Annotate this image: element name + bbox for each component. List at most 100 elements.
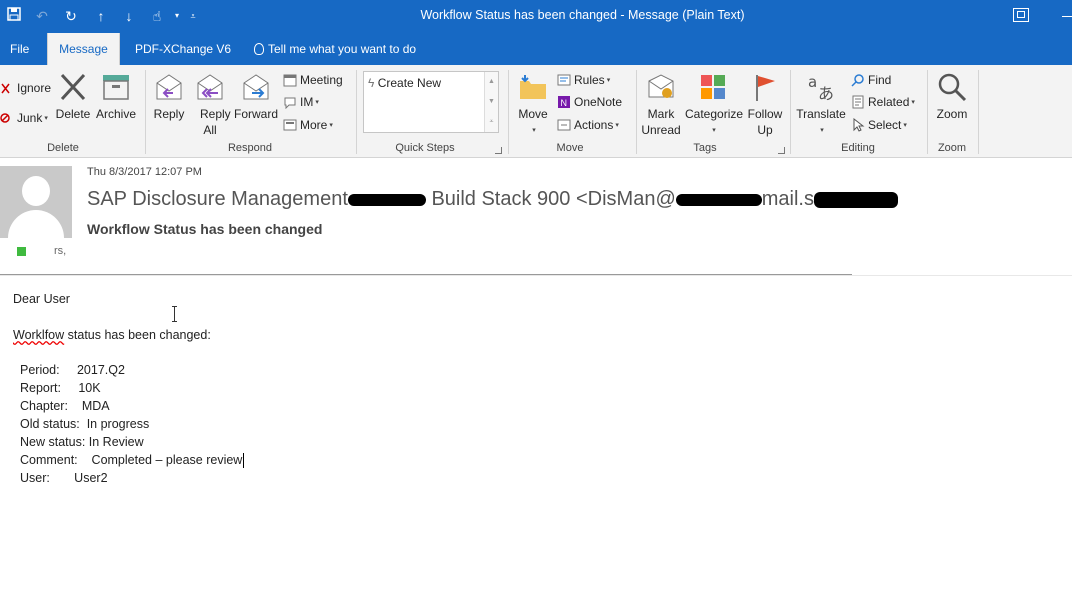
tab-message[interactable]: Message	[47, 33, 120, 65]
body-user: User: User2	[20, 471, 108, 485]
delete-icon	[57, 71, 89, 103]
onenote-button[interactable]: N OneNote	[557, 93, 622, 111]
message-subject: Workflow Status has been changed	[87, 221, 323, 237]
body-new-status: New status: In Review	[20, 435, 144, 449]
group-label-respond: Respond	[227, 142, 273, 154]
group-separator	[636, 70, 637, 154]
meeting-label: Meeting	[300, 73, 343, 87]
reply-all-button[interactable]: Reply All	[191, 71, 231, 138]
more-label: More	[300, 118, 328, 132]
presence-icon	[17, 246, 26, 256]
actions-button[interactable]: Actions ▾	[557, 116, 619, 134]
find-label: Find	[868, 73, 892, 87]
redaction-mark	[675, 193, 762, 206]
sender-name-part: SAP Disclosure Management	[87, 188, 348, 210]
reply-button[interactable]: Reply	[150, 71, 188, 122]
magnifier-icon	[936, 71, 968, 103]
tab-file[interactable]: File	[0, 33, 39, 65]
group-separator	[356, 70, 357, 154]
ribbon-display-options-icon[interactable]	[1013, 8, 1029, 22]
more-respond-button[interactable]: More ▾	[283, 116, 333, 134]
tags-launcher-icon[interactable]	[778, 147, 785, 154]
svg-text:あ: あ	[818, 84, 834, 103]
create-new-label: Create New	[377, 76, 442, 90]
group-label-tags: Tags	[693, 142, 717, 154]
body-old-status: Old status: In progress	[20, 417, 150, 431]
tab-pdf-xchange[interactable]: PDF-XChange V6	[125, 33, 241, 65]
title-bar: ↶ ↻ ↑ ↓ ☝ ▾ ⩡ Workflow Status has been c…	[0, 0, 1072, 33]
mark-unread-label: Mark Unread	[641, 107, 681, 137]
categorize-button[interactable]: Categorize ▾	[685, 71, 743, 139]
related-button[interactable]: Related ▾	[851, 93, 915, 111]
message-date: Thu 8/3/2017 12:07 PM	[87, 166, 202, 178]
archive-button[interactable]: Archive	[94, 71, 138, 122]
tell-me-label: Tell me what you want to do	[268, 42, 417, 56]
translate-button[interactable]: aあ Translate ▾	[794, 71, 848, 139]
meeting-button[interactable]: Meeting	[283, 71, 343, 89]
ribbon-tabs: File Message PDF-XChange V6 Tell me what…	[0, 33, 1072, 65]
text-caret	[243, 453, 245, 469]
rules-button[interactable]: Rules ▾	[557, 71, 610, 89]
misspelled-word[interactable]: Worklfow	[13, 328, 64, 342]
sender-avatar	[0, 166, 72, 238]
body-period: Period: 2017.Q2	[20, 363, 125, 377]
group-label-move: Move	[556, 142, 584, 154]
junk-button[interactable]: Junk ▾	[0, 109, 48, 127]
zoom-button[interactable]: Zoom	[931, 71, 973, 122]
forward-label: Forward	[233, 107, 278, 121]
forward-icon	[240, 71, 272, 103]
header-divider	[0, 275, 1072, 276]
select-button[interactable]: Select ▾	[851, 116, 907, 134]
reply-all-label: Reply All	[200, 107, 231, 137]
mark-unread-button[interactable]: Mark Unread	[639, 71, 683, 138]
window-title: Workflow Status has been changed - Messa…	[420, 8, 745, 22]
im-button[interactable]: IM ▾	[283, 93, 319, 111]
minimize-button[interactable]	[1062, 16, 1072, 17]
mark-unread-icon	[645, 71, 677, 103]
body-chapter: Chapter: MDA	[20, 399, 110, 413]
forward-button[interactable]: Forward	[232, 71, 280, 122]
related-label: Related	[868, 95, 910, 109]
group-separator	[978, 70, 979, 154]
actions-icon	[557, 118, 571, 132]
body-greeting: Dear User	[13, 292, 70, 306]
group-label-quick-steps: Quick Steps	[395, 142, 455, 154]
quick-steps-gallery[interactable]: ϟ Create New ▲ ▼ ⩡	[363, 71, 499, 133]
svg-text:a: a	[808, 73, 817, 91]
quick-step-create-new[interactable]: ϟ Create New	[368, 76, 441, 90]
onenote-icon: N	[557, 95, 571, 109]
move-label: Move	[518, 107, 548, 121]
reply-label: Reply	[153, 107, 185, 121]
recipient-partial: rs,	[54, 245, 67, 257]
follow-up-button[interactable]: Follow Up	[744, 71, 786, 138]
group-separator	[927, 70, 928, 154]
ribbon: Ignore Junk ▾ Delete Archive Delete Reply…	[0, 65, 1072, 158]
translate-label: Translate	[796, 107, 846, 121]
quick-steps-scroll[interactable]: ▲ ▼ ⩡	[484, 72, 498, 132]
tell-me-search[interactable]: Tell me what you want to do	[244, 33, 426, 65]
im-icon	[283, 95, 297, 110]
body-comment: Comment: Completed – please review	[20, 453, 243, 467]
lightbulb-icon	[254, 42, 264, 55]
reply-all-icon	[194, 71, 226, 103]
reply-icon	[153, 71, 185, 103]
message-sender[interactable]: SAP Disclosure Management Build Stack 90…	[87, 188, 898, 211]
find-button[interactable]: Find	[851, 71, 891, 89]
related-icon	[851, 95, 865, 109]
lightning-icon: ϟ	[368, 76, 375, 90]
group-label-delete: Delete	[47, 142, 79, 154]
archive-label: Archive	[95, 107, 136, 121]
quick-steps-launcher-icon[interactable]	[495, 147, 502, 154]
onenote-label: OneNote	[574, 95, 623, 109]
categorize-icon	[697, 71, 729, 103]
sender-domain-part: mail.s	[761, 188, 814, 210]
move-button[interactable]: Move ▾	[513, 71, 553, 139]
more-icon	[283, 118, 297, 132]
ignore-button[interactable]: Ignore	[0, 79, 51, 97]
recipients-row[interactable]: rs,	[0, 245, 66, 257]
delete-label: Delete	[55, 107, 91, 121]
delete-button[interactable]: Delete	[54, 71, 92, 122]
archive-icon	[100, 71, 132, 103]
body-intro-rest: status has been changed:	[64, 328, 211, 342]
redaction-mark	[347, 193, 426, 206]
